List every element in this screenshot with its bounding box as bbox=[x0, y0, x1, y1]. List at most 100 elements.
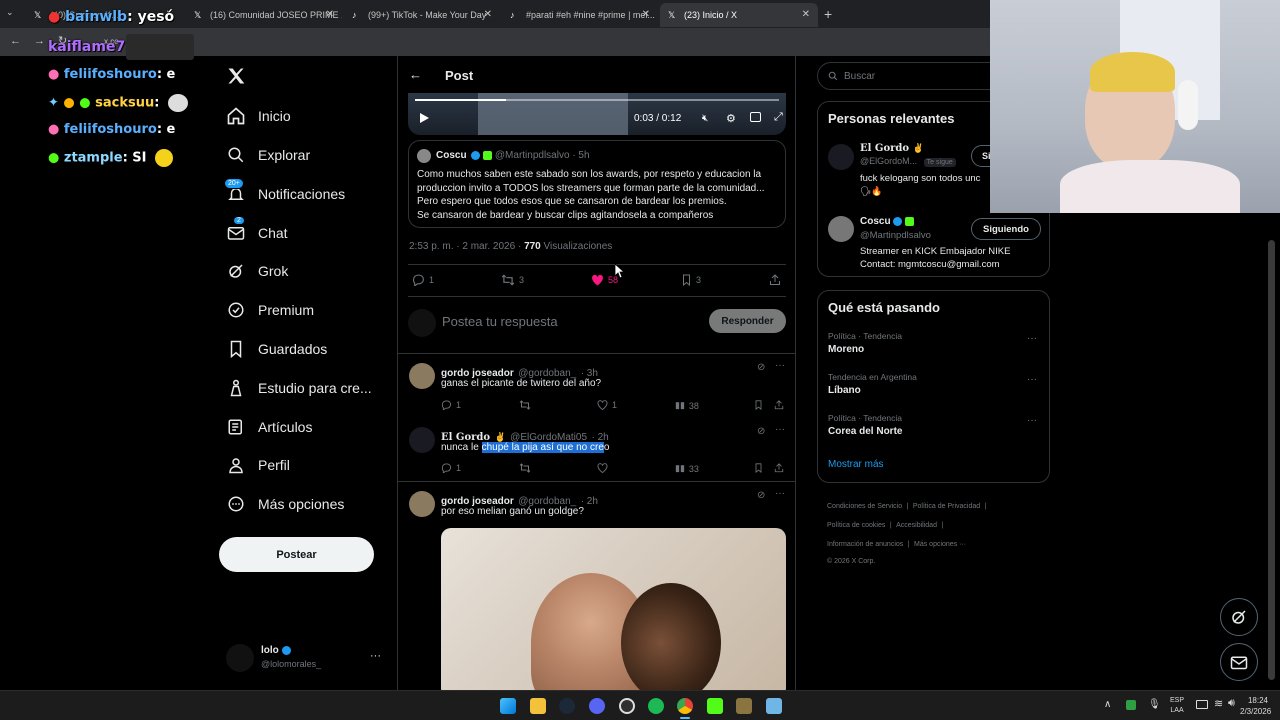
nav-item-notificaciones[interactable]: 20+ Notificaciones bbox=[224, 178, 345, 210]
grok-icon[interactable]: ⊘ bbox=[757, 426, 765, 437]
spotify-icon[interactable] bbox=[648, 698, 664, 714]
post-timestamp[interactable]: 2:53 p. m. · 2 mar. 2026 · bbox=[409, 241, 521, 252]
show-more-link[interactable]: Mostrar más bbox=[828, 459, 884, 470]
grok-icon[interactable]: ⊘ bbox=[757, 362, 765, 373]
like-button[interactable]: 1 bbox=[597, 400, 617, 410]
page-scrollbar[interactable] bbox=[1268, 240, 1275, 680]
wifi-icon[interactable]: ≋ bbox=[1214, 697, 1223, 710]
nav-item-articulos[interactable]: Artículos bbox=[226, 411, 312, 443]
kick-icon[interactable] bbox=[707, 698, 723, 714]
tray-chevron-icon[interactable]: ∧ bbox=[1104, 699, 1111, 710]
nav-item-perfil[interactable]: Perfil bbox=[226, 449, 290, 481]
close-tab-icon[interactable]: ✕ bbox=[802, 9, 810, 20]
back-arrow-icon[interactable]: ← bbox=[409, 67, 422, 82]
windows-start-icon[interactable] bbox=[500, 698, 516, 714]
post-button[interactable]: Postear bbox=[219, 537, 374, 572]
repost-button[interactable]: 3 bbox=[501, 274, 524, 286]
more-options-icon[interactable]: ··· bbox=[1027, 333, 1037, 344]
reply-button[interactable]: 1 bbox=[441, 463, 461, 473]
bookmark-button[interactable] bbox=[754, 400, 763, 410]
grok-icon[interactable]: ⊘ bbox=[757, 490, 765, 501]
x-logo-icon[interactable] bbox=[226, 66, 246, 86]
views-button[interactable]: ▮▮ 33 bbox=[675, 463, 699, 474]
nav-item-premium[interactable]: Premium bbox=[226, 294, 314, 326]
browser-tab[interactable]: ♪ (99+) TikTok - Make Your Day ✕ bbox=[344, 3, 500, 27]
nav-item-mas-opciones[interactable]: Más opciones bbox=[226, 488, 344, 520]
post-image[interactable] bbox=[441, 528, 786, 690]
account-switcher[interactable]: lolo @lolomorales_ ··· bbox=[226, 642, 386, 674]
microphone-icon[interactable]: 🎙︎ bbox=[1148, 699, 1161, 710]
pip-icon[interactable] bbox=[750, 112, 761, 122]
messages-floating-button[interactable] bbox=[1220, 643, 1258, 681]
nav-item-guardados[interactable]: Guardados bbox=[226, 333, 327, 365]
like-button[interactable] bbox=[597, 463, 608, 473]
share-button[interactable] bbox=[769, 274, 781, 286]
nav-item-chat[interactable]: 2 Chat bbox=[226, 217, 288, 249]
nav-item-estudio[interactable]: Estudio para cre... bbox=[226, 372, 372, 404]
reply-button[interactable]: 1 bbox=[412, 274, 434, 286]
more-options-icon[interactable]: ··· bbox=[775, 488, 785, 499]
close-tab-icon[interactable]: ✕ bbox=[642, 9, 650, 20]
obs-icon[interactable] bbox=[619, 698, 635, 714]
trend-item[interactable]: Tendencia en Argentina Líbano ··· bbox=[828, 372, 1043, 402]
volume-icon[interactable]: 🔊︎ bbox=[1228, 697, 1235, 710]
reply-post[interactable]: gordo joseador @gordoban_ · 3h ⊘ ··· gan… bbox=[398, 354, 795, 415]
forward-icon[interactable]: → bbox=[34, 35, 45, 47]
trend-item[interactable]: Política · Tendencia Moreno ··· bbox=[828, 331, 1043, 361]
steam-icon[interactable] bbox=[559, 698, 575, 714]
bookmark-button[interactable] bbox=[754, 463, 763, 473]
mute-icon[interactable]: 🔇︎ bbox=[702, 113, 708, 124]
tab-search-button[interactable]: ⌄ bbox=[6, 7, 20, 21]
play-icon[interactable] bbox=[418, 112, 430, 124]
nav-item-grok[interactable]: Grok bbox=[226, 255, 288, 287]
more-options-icon[interactable]: ··· bbox=[1027, 415, 1037, 426]
nav-item-inicio[interactable]: Inicio bbox=[226, 100, 291, 132]
footer-link[interactable]: Condiciones de Servicio bbox=[827, 503, 902, 510]
new-tab-button[interactable]: + bbox=[824, 6, 832, 22]
footer-link[interactable]: Política de cookies bbox=[827, 522, 885, 529]
trend-item[interactable]: Política · Tendencia Corea del Norte ··· bbox=[828, 413, 1043, 443]
following-button[interactable]: Siguiendo bbox=[971, 218, 1041, 240]
share-button[interactable] bbox=[774, 463, 784, 473]
fullscreen-icon[interactable]: ⤢ bbox=[774, 111, 783, 124]
clock[interactable]: 18:24 2/3/2026 bbox=[1240, 695, 1271, 717]
display-icon[interactable] bbox=[1196, 700, 1208, 709]
account-more-icon[interactable]: ··· bbox=[370, 650, 381, 662]
chrome-icon[interactable] bbox=[677, 698, 693, 714]
reply-submit-button[interactable]: Responder bbox=[709, 309, 786, 333]
back-icon[interactable]: ← bbox=[10, 35, 21, 47]
views-button[interactable]: ▮▮ 38 bbox=[675, 400, 699, 411]
bookmark-button[interactable]: 3 bbox=[681, 274, 701, 286]
nav-item-explorar[interactable]: Explorar bbox=[226, 139, 310, 171]
browser-tab[interactable]: ♪ #parati #eh #nine #prime | mel... ✕ bbox=[502, 3, 658, 27]
more-options-icon[interactable]: ··· bbox=[775, 360, 785, 371]
footer-link[interactable]: Accesibilidad bbox=[896, 522, 937, 529]
tray-app-icon[interactable] bbox=[1126, 700, 1136, 710]
like-button[interactable]: 58 bbox=[591, 274, 618, 286]
repost-button[interactable] bbox=[519, 463, 531, 473]
footer-link[interactable]: Información de anuncios bbox=[827, 541, 903, 548]
reply-input[interactable]: Postea tu respuesta bbox=[442, 314, 682, 329]
grok-floating-button[interactable] bbox=[1220, 598, 1258, 636]
close-tab-icon[interactable]: ✕ bbox=[484, 9, 492, 20]
search-box[interactable]: Buscar bbox=[817, 62, 1017, 90]
person-row[interactable]: Coscu @Martinpdlsalvo Siguiendo Streamer… bbox=[818, 214, 1051, 272]
video-player[interactable]: 0:03 / 0:12 🔇︎ ⚙ ⤢ bbox=[408, 93, 786, 135]
settings-gear-icon[interactable]: ⚙ bbox=[726, 112, 736, 125]
share-button[interactable] bbox=[774, 400, 784, 410]
quoted-post[interactable]: Coscu @Martinpdlsalvo · 5h Como muchos s… bbox=[408, 140, 786, 228]
reply-button[interactable]: 1 bbox=[441, 400, 461, 410]
reply-post[interactable]: gordo joseador @gordoban_ · 2h ⊘ ··· por… bbox=[398, 482, 795, 690]
repost-button[interactable] bbox=[519, 400, 531, 410]
more-options-icon[interactable]: ··· bbox=[1027, 374, 1037, 385]
minecraft-icon[interactable] bbox=[736, 698, 752, 714]
keyboard-language[interactable]: ESP LAA bbox=[1170, 696, 1184, 716]
reply-post[interactable]: El Gordo ✌ @ElGordoMati05 · 2h ⊘ ··· nun… bbox=[398, 418, 795, 478]
more-options-icon[interactable]: ··· bbox=[775, 424, 785, 435]
close-tab-icon[interactable]: ✕ bbox=[326, 9, 334, 20]
footer-link[interactable]: Más opciones ··· bbox=[914, 541, 966, 548]
browser-tab[interactable]: 𝕏 (16) Comunidad JOSEO PRIME ... ✕ bbox=[186, 3, 342, 27]
file-explorer-icon[interactable] bbox=[530, 698, 546, 714]
notepad-icon[interactable] bbox=[766, 698, 782, 714]
browser-tab-active[interactable]: 𝕏 (23) Inicio / X ✕ bbox=[660, 3, 818, 27]
